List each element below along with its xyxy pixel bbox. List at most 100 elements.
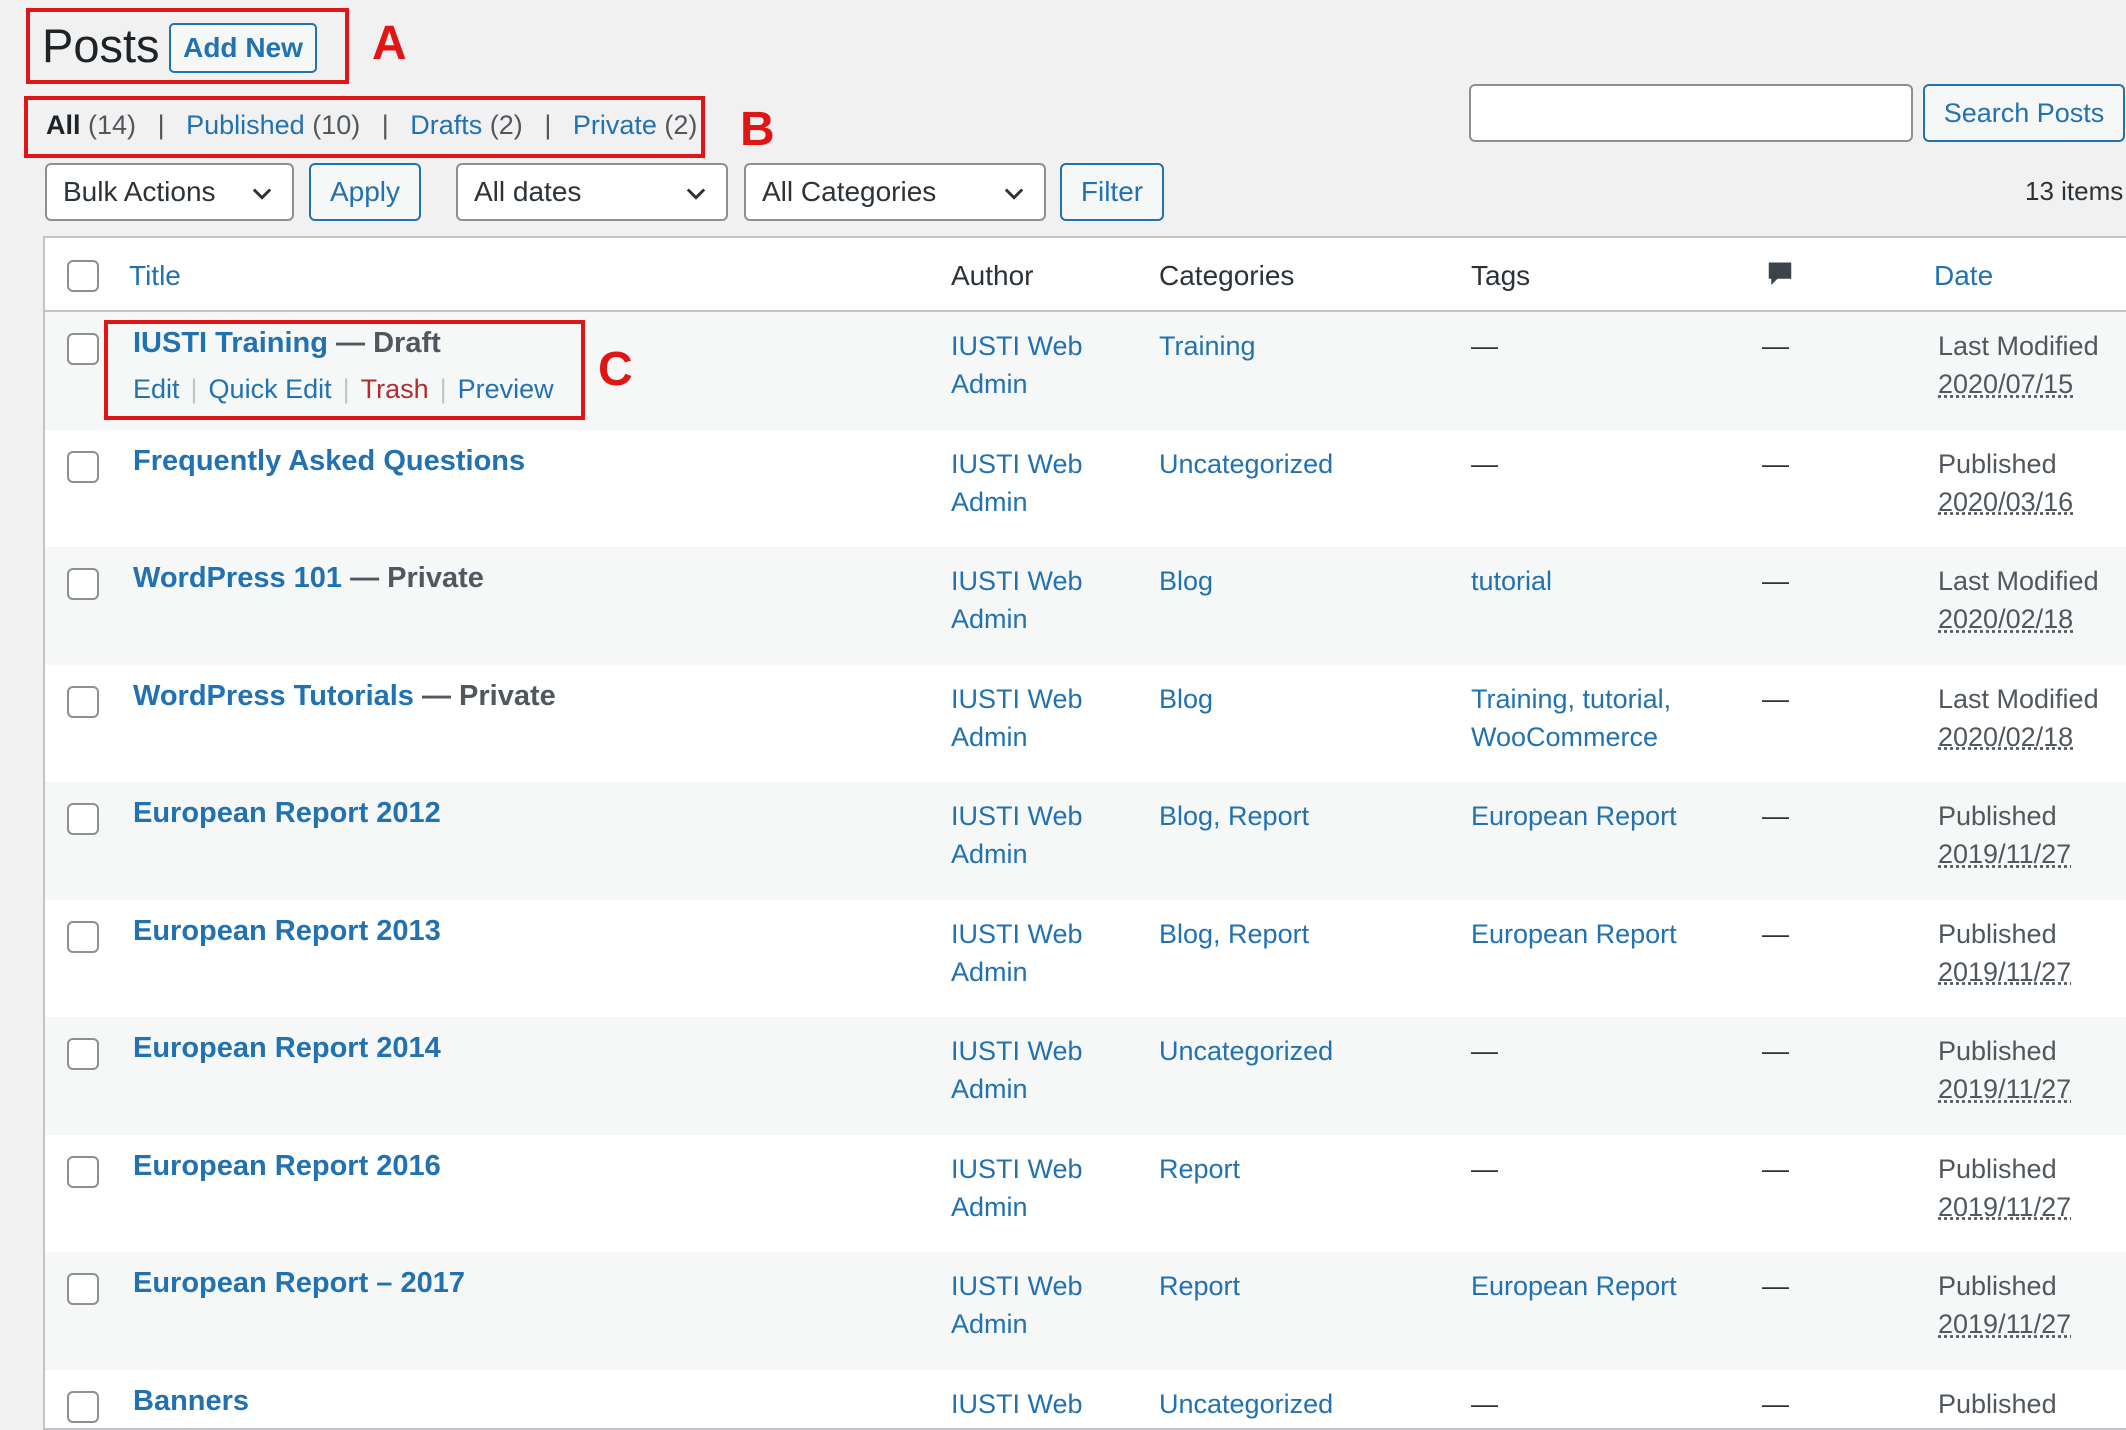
author-link[interactable]: IUSTI Web Admin bbox=[951, 327, 1101, 403]
categories-cell[interactable]: Blog, Report bbox=[1159, 797, 1449, 835]
author-line: IUSTI Web bbox=[951, 1036, 1083, 1066]
bulk-actions-select[interactable]: Bulk Actions bbox=[45, 163, 294, 221]
dates-value: All dates bbox=[474, 176, 582, 207]
row-checkbox[interactable] bbox=[67, 920, 99, 953]
categories-select[interactable]: All Categories bbox=[744, 163, 1046, 221]
author-link[interactable]: IUSTI Web Admin bbox=[951, 1032, 1101, 1108]
annotation-box-c bbox=[104, 320, 585, 420]
author-link[interactable]: IUSTI Web Admin bbox=[951, 1150, 1101, 1226]
tags-cell[interactable]: European Report bbox=[1471, 797, 1731, 835]
search-posts-button[interactable]: Search Posts bbox=[1923, 84, 2125, 142]
categories-column-header: Categories bbox=[1159, 260, 1295, 291]
author-column-header: Author bbox=[951, 260, 1034, 291]
categories-cell[interactable]: Uncategorized bbox=[1159, 1385, 1449, 1423]
post-title-link[interactable]: WordPress 101 bbox=[133, 562, 342, 594]
chevron-down-icon bbox=[1004, 188, 1024, 200]
author-link[interactable]: IUSTI Web Admin bbox=[951, 915, 1101, 991]
tags-cell[interactable]: Training, tutorial, WooCommerce bbox=[1471, 680, 1731, 756]
tags-cell[interactable]: European Report bbox=[1471, 1267, 1731, 1305]
author-line: Admin bbox=[951, 369, 1028, 399]
table-row: WordPress 101 — Private IUSTI Web Admin Blo… bbox=[45, 547, 2126, 665]
post-title-cell: WordPress Tutorials — Private bbox=[133, 680, 556, 713]
date-cell: Published 2019/11/27 bbox=[1938, 1267, 2118, 1343]
categories-cell[interactable]: Uncategorized bbox=[1159, 1032, 1449, 1070]
categories-cell[interactable]: Report bbox=[1159, 1267, 1449, 1305]
row-checkbox[interactable] bbox=[67, 1273, 99, 1305]
row-checkbox[interactable] bbox=[67, 568, 99, 600]
comments-cell: — bbox=[1762, 801, 1789, 831]
post-title-link[interactable]: European Report 2014 bbox=[133, 1032, 441, 1064]
date-status: Published bbox=[1938, 918, 2057, 949]
date-status: Published bbox=[1938, 1388, 2057, 1419]
author-line: Admin bbox=[951, 1309, 1028, 1339]
author-line: IUSTI Web bbox=[951, 801, 1083, 831]
categories-cell[interactable]: Blog, Report bbox=[1159, 915, 1449, 953]
date-value: 2019/11/27 bbox=[1938, 839, 2072, 869]
row-checkbox[interactable] bbox=[67, 685, 99, 718]
author-link[interactable]: IUSTI Web Admin bbox=[951, 1385, 1101, 1429]
author-line: IUSTI Web bbox=[951, 918, 1083, 949]
categories-cell[interactable]: Blog bbox=[1159, 562, 1449, 600]
apply-button[interactable]: Apply bbox=[309, 163, 421, 221]
row-checkbox[interactable] bbox=[67, 803, 99, 835]
author-line: Admin bbox=[951, 956, 1028, 987]
row-checkbox[interactable] bbox=[67, 450, 99, 483]
author-link[interactable]: IUSTI Web Admin bbox=[951, 1267, 1101, 1343]
tags-cell[interactable]: tutorial bbox=[1471, 562, 1731, 600]
post-title-link[interactable]: European Report 2016 bbox=[133, 1150, 441, 1182]
post-title-cell: European Report 2016 bbox=[133, 1150, 441, 1183]
post-title-link[interactable]: WordPress Tutorials bbox=[133, 680, 414, 712]
date-cell: Published bbox=[1938, 1385, 2118, 1423]
post-state: — Private bbox=[422, 679, 556, 712]
author-line: Admin bbox=[951, 486, 1028, 517]
categories-cell[interactable]: Report bbox=[1159, 1150, 1449, 1188]
date-column-header[interactable]: Date bbox=[1934, 260, 1993, 292]
tags-cell: — bbox=[1471, 448, 1498, 479]
author-line: IUSTI Web bbox=[951, 448, 1083, 479]
title-column-header[interactable]: Title bbox=[129, 260, 181, 292]
search-input[interactable] bbox=[1469, 84, 1913, 142]
table-row: European Report 2014 IUSTI Web Admin Uncate… bbox=[45, 1017, 2126, 1135]
tags-cell[interactable]: European Report bbox=[1471, 915, 1731, 953]
post-title-link[interactable]: European Report 2013 bbox=[133, 915, 441, 947]
date-value: 2019/11/27 bbox=[1938, 956, 2072, 987]
tags-cell: — bbox=[1471, 1036, 1498, 1066]
annotation-label-c: C bbox=[598, 343, 633, 396]
author-line: Admin bbox=[951, 1074, 1028, 1104]
post-title-link[interactable]: European Report – 2017 bbox=[133, 1267, 465, 1299]
filter-button[interactable]: Filter bbox=[1060, 163, 1164, 221]
comments-cell: — bbox=[1762, 918, 1789, 949]
table-row: Banners IUSTI Web Admin Uncategorized — — Publ… bbox=[45, 1370, 2126, 1429]
table-row: European Report 2012 IUSTI Web Admin Blog, … bbox=[45, 782, 2126, 900]
comment-bubble-icon[interactable] bbox=[1765, 260, 1795, 290]
row-checkbox[interactable] bbox=[67, 1155, 99, 1188]
categories-cell[interactable]: Blog bbox=[1159, 680, 1449, 718]
tags-cell: — bbox=[1471, 331, 1498, 361]
row-checkbox[interactable] bbox=[67, 1390, 99, 1423]
post-title-cell: European Report 2012 bbox=[133, 797, 441, 830]
row-checkbox[interactable] bbox=[67, 1038, 99, 1070]
author-link[interactable]: IUSTI Web Admin bbox=[951, 562, 1101, 638]
author-line: IUSTI Web bbox=[951, 1271, 1083, 1301]
author-line: IUSTI Web bbox=[951, 1153, 1083, 1184]
author-link[interactable]: IUSTI Web Admin bbox=[951, 445, 1101, 521]
date-status: Published bbox=[1938, 1153, 2057, 1184]
annotation-label-a: A bbox=[372, 17, 407, 70]
date-cell: Last Modified 2020/02/18 bbox=[1938, 680, 2118, 756]
post-title-link[interactable]: Frequently Asked Questions bbox=[133, 445, 525, 477]
date-value: 2019/11/27 bbox=[1938, 1191, 2072, 1222]
table-row: European Report 2016 IUSTI Web Admin Report… bbox=[45, 1135, 2126, 1253]
author-line: Admin bbox=[951, 839, 1028, 869]
items-count: 13 items bbox=[2025, 176, 2124, 206]
categories-cell[interactable]: Uncategorized bbox=[1159, 445, 1449, 483]
post-title-link[interactable]: European Report 2012 bbox=[133, 797, 441, 829]
author-link[interactable]: IUSTI Web Admin bbox=[951, 797, 1101, 873]
dates-select[interactable]: All dates bbox=[456, 163, 728, 221]
author-link[interactable]: IUSTI Web Admin bbox=[951, 680, 1101, 756]
date-status: Last Modified bbox=[1938, 331, 2099, 361]
annotation-label-b: B bbox=[740, 103, 775, 156]
categories-cell[interactable]: Training bbox=[1159, 327, 1449, 365]
select-all-checkbox[interactable] bbox=[67, 260, 99, 292]
post-title-link[interactable]: Banners bbox=[133, 1385, 249, 1417]
row-checkbox[interactable] bbox=[67, 333, 99, 365]
